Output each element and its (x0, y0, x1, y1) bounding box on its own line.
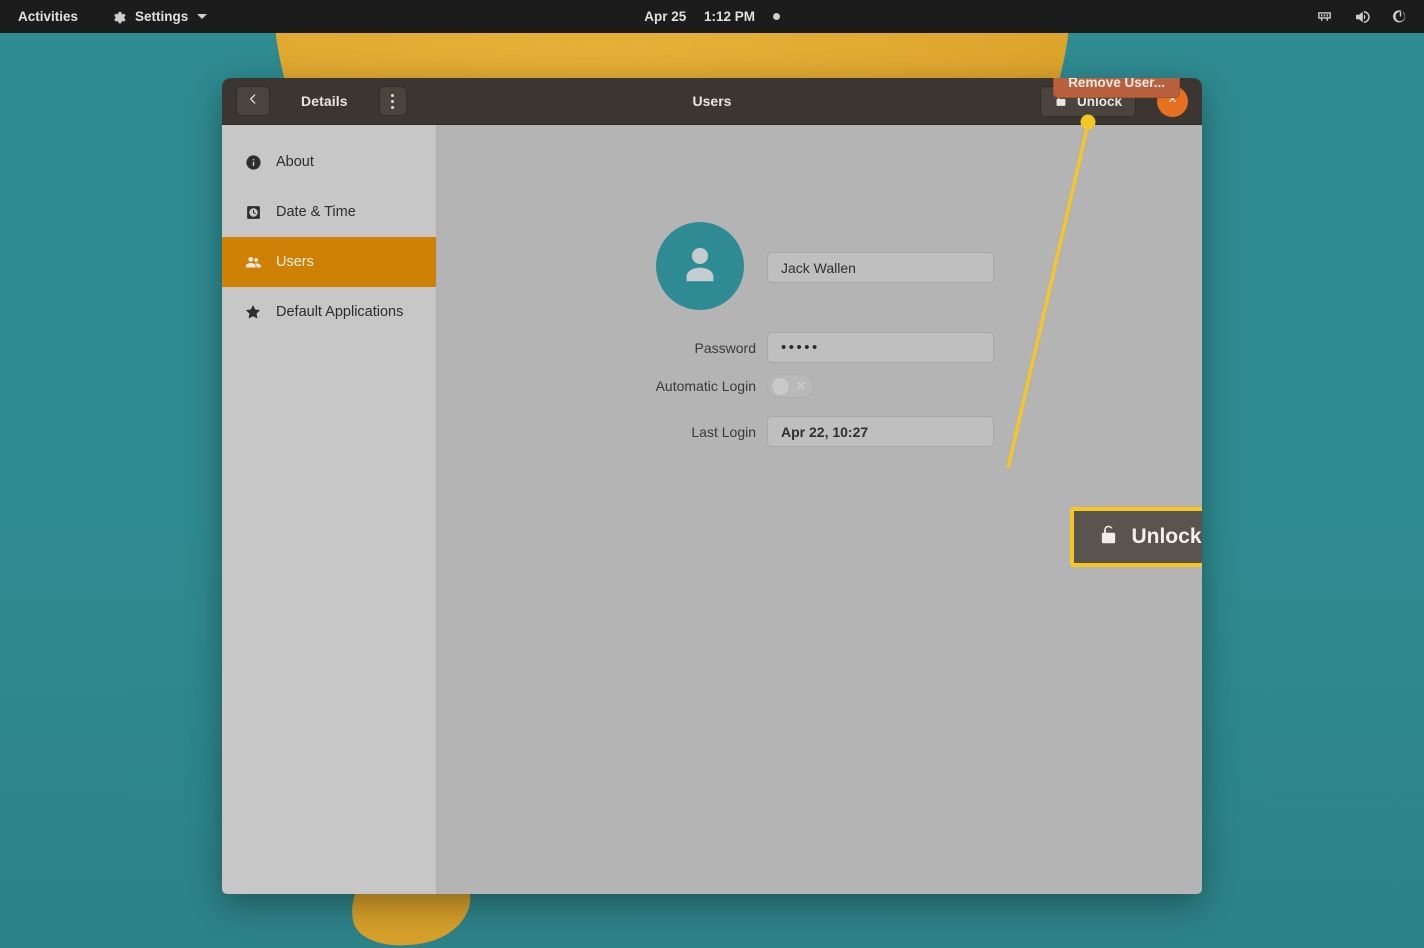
last-login-value: Apr 22, 10:27 (767, 416, 994, 447)
overflow-menu-button[interactable] (378, 86, 407, 116)
sidebar-item-label: Users (276, 254, 314, 270)
sidebar-item-label: Default Applications (276, 304, 404, 320)
gear-icon (108, 7, 128, 27)
network-icon[interactable] (1314, 7, 1334, 27)
sidebar-item-about[interactable]: About (222, 137, 436, 187)
remove-user-button[interactable]: Remove User... (1053, 78, 1180, 98)
sidebar-item-default-applications[interactable]: Default Applications (222, 287, 436, 337)
clock-icon (244, 203, 262, 221)
settings-window: Details Users Unlock About Date & Time U… (222, 78, 1202, 894)
user-name-row: Jack Wallen (633, 252, 994, 283)
app-menu-settings[interactable]: Settings (102, 3, 213, 31)
unlock-callout[interactable]: Unlock (1070, 507, 1202, 567)
volume-icon[interactable] (1352, 7, 1372, 27)
overflow-menu-icon (391, 93, 395, 109)
activities-button[interactable]: Activities (12, 5, 84, 28)
activities-label: Activities (18, 9, 79, 24)
automatic-login-toggle[interactable]: ✕ (767, 374, 814, 398)
users-icon (244, 253, 262, 271)
back-button[interactable] (236, 86, 270, 116)
last-login-row: Last Login Apr 22, 10:27 (633, 416, 994, 447)
last-login-label: Last Login (691, 423, 756, 440)
password-label: Password (694, 339, 756, 356)
dot-indicator-icon (772, 13, 780, 20)
automatic-login-label: Automatic Login (655, 378, 756, 394)
remove-user-label: Remove User... (1068, 78, 1165, 90)
cross-icon: ✕ (795, 379, 806, 393)
info-icon (244, 153, 262, 171)
clock-button[interactable]: Apr 25 1:12 PM (638, 5, 786, 28)
users-panel: Jack Wallen Password ••••• Automatic Log… (437, 78, 1202, 894)
sidebar-item-label: About (276, 154, 314, 170)
power-icon[interactable] (1390, 7, 1410, 27)
panel-label: Details (301, 93, 348, 109)
clock-date: Apr 25 (644, 9, 687, 24)
password-value: ••••• (781, 339, 820, 356)
padlock-open-icon (1098, 522, 1119, 553)
gnome-top-bar: Activities Settings Apr 25 1:12 PM (0, 0, 1424, 33)
chevron-left-icon (246, 92, 260, 111)
toggle-knob (771, 376, 790, 396)
unlock-callout-label: Unlock (1131, 525, 1202, 548)
status-area[interactable] (1314, 0, 1410, 33)
automatic-login-row: Automatic Login ✕ (633, 374, 814, 398)
sidebar-item-date-time[interactable]: Date & Time (222, 187, 436, 237)
app-menu-label: Settings (135, 9, 189, 24)
settings-sidebar: About Date & Time Users Default Applicat… (222, 125, 437, 894)
star-icon (244, 303, 262, 321)
window-body: About Date & Time Users Default Applicat… (222, 78, 1202, 894)
user-name-field[interactable]: Jack Wallen (767, 252, 994, 283)
password-field[interactable]: ••••• (767, 332, 994, 363)
clock-time: 1:12 PM (704, 9, 756, 24)
chevron-down-icon (197, 14, 208, 19)
sidebar-item-label: Date & Time (276, 204, 356, 220)
sidebar-item-users[interactable]: Users (222, 237, 436, 287)
password-row: Password ••••• (633, 332, 994, 363)
